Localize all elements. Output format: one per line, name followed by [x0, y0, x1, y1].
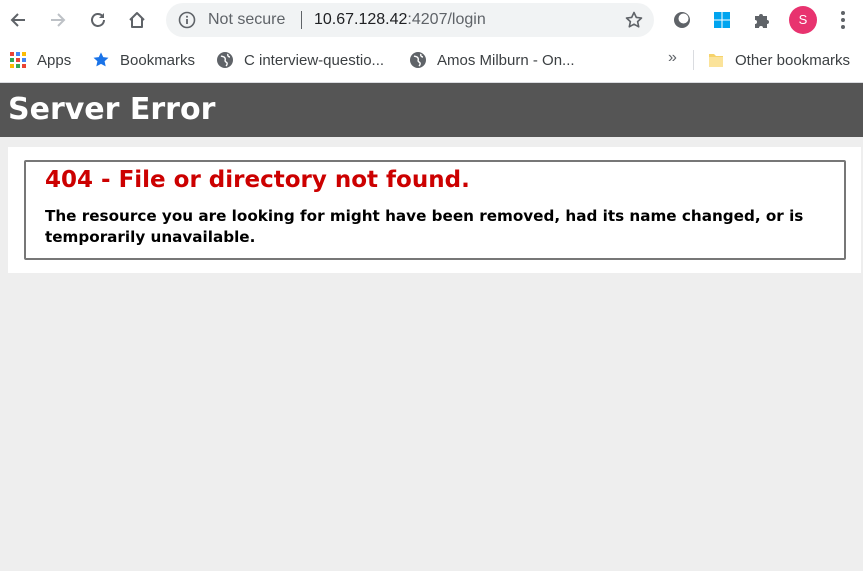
omnibox-divider — [301, 11, 302, 29]
other-bookmarks[interactable]: Other bookmarks — [707, 49, 850, 71]
home-button[interactable] — [123, 6, 151, 34]
bookmark-label: Bookmarks — [120, 51, 196, 69]
bookmark-star-icon[interactable] — [624, 10, 644, 30]
reload-icon — [91, 13, 105, 27]
star-icon — [92, 51, 110, 69]
error-message: The resource you are looking for might h… — [45, 207, 804, 246]
extension-circle-button[interactable] — [670, 8, 694, 32]
url-path: :4207/login — [407, 11, 486, 28]
bookmark-amos-milburn[interactable]: Amos Milburn - On... — [409, 49, 575, 71]
extensions-button[interactable] — [750, 8, 774, 32]
address-bar[interactable]: Not secure 10.67.128.42:4207/login — [166, 3, 654, 37]
page-header: Server Error — [0, 83, 863, 137]
url-host: 10.67.128.42 — [314, 11, 408, 28]
circle-extension-icon — [674, 12, 690, 28]
bookmarks-divider — [693, 50, 694, 70]
url-text[interactable]: 10.67.128.42:4207/login — [314, 11, 486, 29]
globe-icon — [216, 51, 234, 69]
bookmark-label: Amos Milburn - On... — [437, 51, 575, 69]
back-button[interactable] — [4, 6, 32, 34]
browser-toolbar: Not secure 10.67.128.42:4207/login S — [0, 0, 863, 40]
arrow-right-icon — [51, 13, 66, 27]
windows-icon — [714, 12, 730, 28]
bookmark-c-interview[interactable]: C interview-questio... — [216, 49, 384, 71]
bookmark-bookmarks[interactable]: Bookmarks — [92, 49, 195, 71]
profile-avatar[interactable]: S — [789, 6, 817, 34]
bookmarks-overflow-button[interactable]: » — [668, 49, 677, 67]
content-panel: 404 - File or directory not found. The r… — [8, 147, 861, 273]
security-status[interactable]: Not secure — [208, 11, 285, 29]
bookmark-apps[interactable]: Apps — [9, 49, 71, 71]
bookmark-label: C interview-questio... — [244, 51, 385, 69]
folder-icon — [707, 51, 725, 69]
info-icon[interactable] — [178, 11, 196, 29]
bookmark-label: Other bookmarks — [735, 51, 851, 69]
forward-button[interactable] — [44, 6, 72, 34]
extension-windows-button[interactable] — [710, 8, 734, 32]
apps-grid-icon — [9, 51, 27, 69]
home-icon — [129, 12, 145, 28]
globe-icon — [409, 51, 427, 69]
error-box: 404 - File or directory not found. The r… — [24, 160, 846, 260]
error-heading: 404 - File or directory not found. — [45, 167, 470, 193]
reload-button[interactable] — [84, 6, 112, 34]
page-title: Server Error — [8, 92, 216, 127]
arrow-left-icon — [10, 13, 25, 27]
puzzle-icon — [755, 14, 769, 28]
bookmark-label: Apps — [37, 51, 72, 69]
bookmarks-bar: Apps Bookmarks C interview-questio... Am… — [0, 40, 863, 83]
kebab-menu-icon[interactable] — [833, 8, 853, 32]
